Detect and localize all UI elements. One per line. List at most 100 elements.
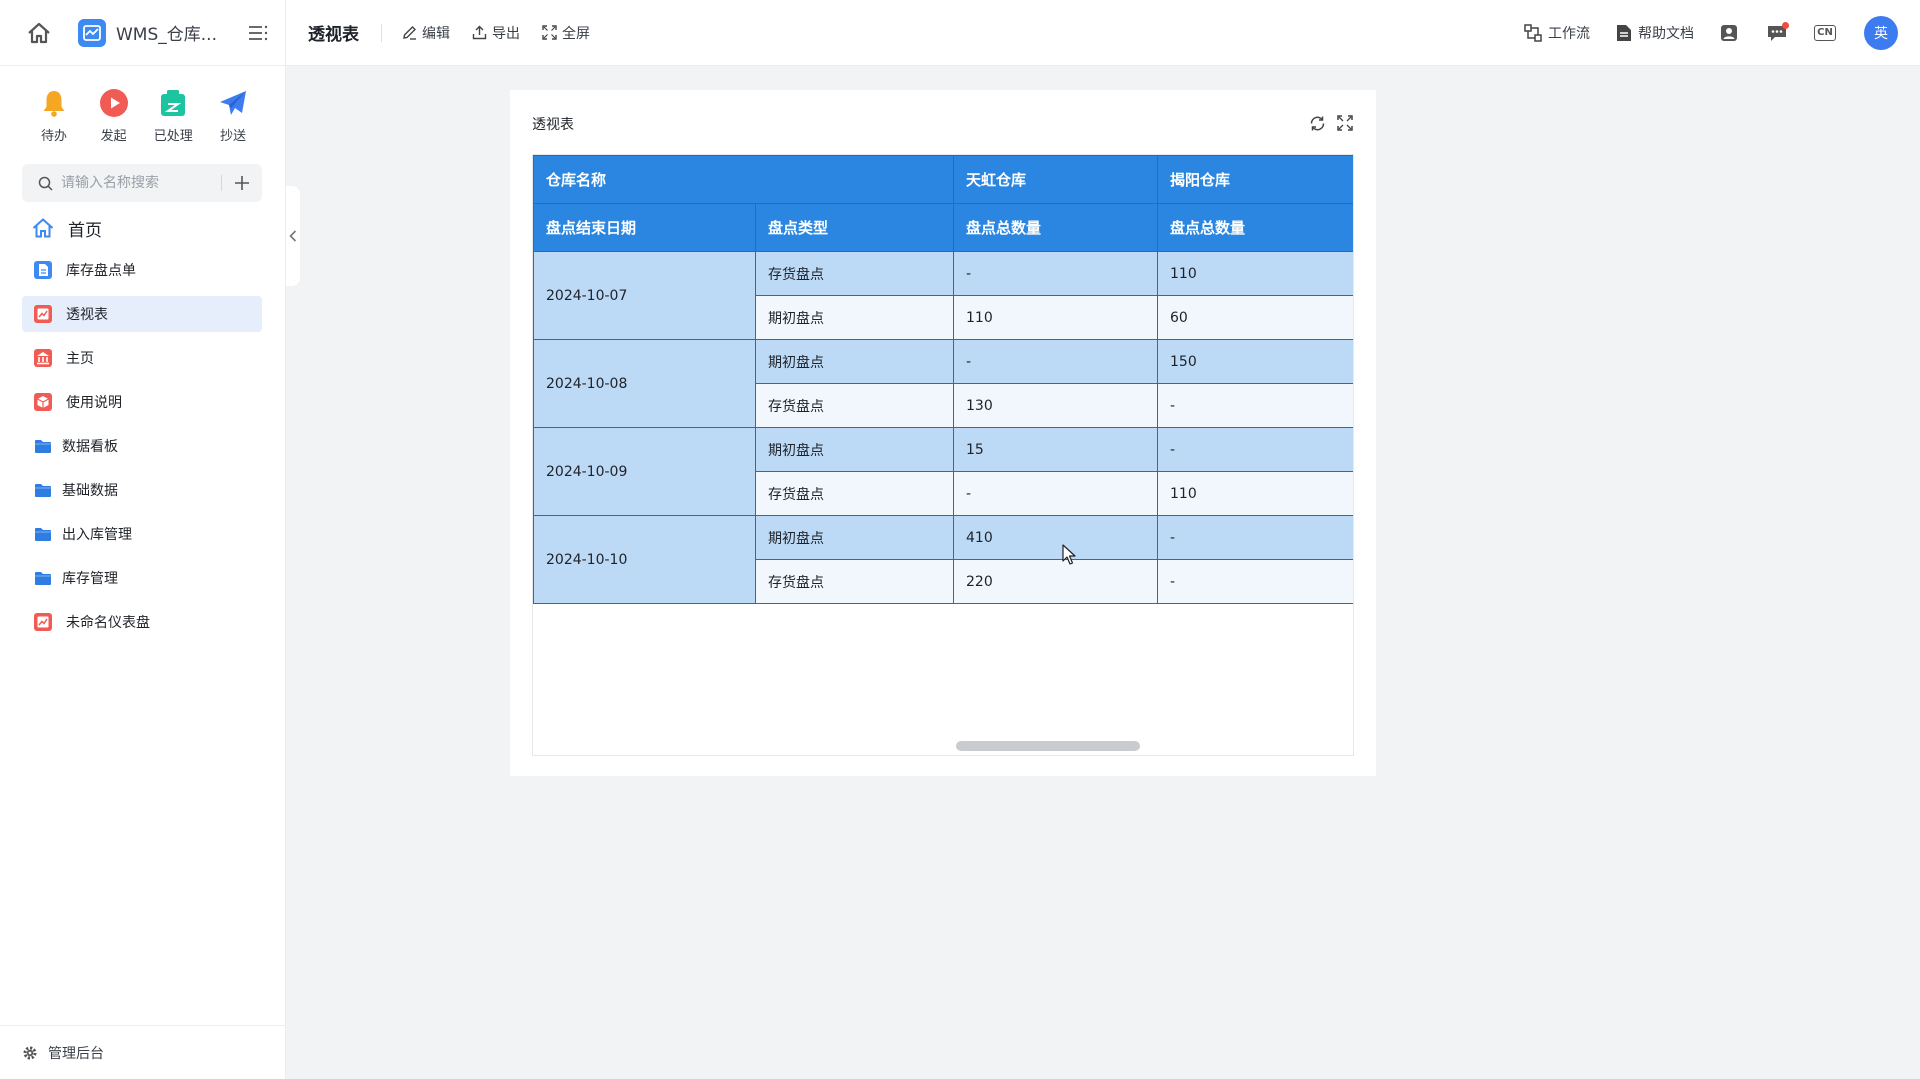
- help-docs-link[interactable]: 帮助文档: [1616, 23, 1694, 43]
- export-label: 导出: [492, 25, 520, 42]
- value-cell: -: [953, 339, 1159, 384]
- table-row: 2024-10-08 期初盘点 - 150: [533, 339, 1353, 428]
- table-row: 2024-10-07 存货盘点 - 110: [533, 251, 1353, 340]
- admin-console-label: 管理后台: [48, 1045, 104, 1062]
- app-name[interactable]: WMS_仓库...: [116, 20, 217, 45]
- value-cell: 220: [953, 559, 1159, 604]
- sidebar: 待办 发起 已处理 抄送 请输入名称搜索 首页 库存盘点单 透视表 主页 使用说…: [0, 66, 286, 1079]
- header-warehouse[interactable]: 揭阳仓库: [1157, 155, 1353, 204]
- quick-action-initiate[interactable]: 发起: [92, 86, 136, 144]
- edit-button[interactable]: 编辑: [402, 23, 450, 43]
- pivot-table-container: 仓库名称 天虹仓库 揭阳仓库 盘点结束日期 盘点类型 盘点总数量 盘点总数量 2…: [532, 154, 1354, 756]
- value-cell: -: [1157, 515, 1353, 560]
- pivot-table: 仓库名称 天虹仓库 揭阳仓库 盘点结束日期 盘点类型 盘点总数量 盘点总数量 2…: [533, 155, 1353, 604]
- sidebar-item-untitled-dashboard[interactable]: 未命名仪表盘: [22, 604, 262, 640]
- sidebar-item-main-page[interactable]: 主页: [22, 340, 262, 376]
- chart-report-icon: [32, 303, 54, 325]
- add-icon[interactable]: [232, 173, 252, 193]
- workflow-link[interactable]: 工作流: [1524, 23, 1590, 43]
- fullscreen-icon: [542, 25, 557, 40]
- fullscreen-label: 全屏: [562, 25, 590, 42]
- home-outline-icon: [32, 217, 54, 239]
- top-bar: WMS_仓库... 透视表 编辑 导出 全屏 工作流 帮助文档 CN 英: [0, 0, 1920, 66]
- type-cell: 存货盘点: [754, 559, 955, 604]
- type-cell: 期初盘点: [754, 339, 955, 384]
- header-date[interactable]: 盘点结束日期: [533, 203, 756, 252]
- quick-action-processed[interactable]: 已处理: [151, 86, 195, 144]
- app-logo-icon: [78, 18, 106, 47]
- sidebar-item-stock-management[interactable]: 库存管理: [22, 560, 262, 596]
- form-icon: [32, 259, 54, 281]
- value-cell: -: [953, 251, 1159, 296]
- app-header: WMS_仓库...: [0, 0, 286, 66]
- sidebar-item-label: 首页: [68, 220, 102, 241]
- quick-actions: 待办 发起 已处理 抄送: [0, 66, 285, 144]
- edit-label: 编辑: [422, 25, 450, 42]
- value-cell: 60: [1157, 295, 1353, 340]
- refresh-icon[interactable]: [1308, 114, 1326, 132]
- value-cell: 130: [953, 383, 1159, 428]
- sidebar-item-pivot-table[interactable]: 透视表: [22, 296, 262, 332]
- sidebar-item-label: 主页: [66, 351, 94, 367]
- header-measure[interactable]: 盘点总数量: [1157, 203, 1353, 252]
- value-cell: -: [1157, 559, 1353, 604]
- header-type[interactable]: 盘点类型: [754, 203, 955, 252]
- sidebar-item-home[interactable]: 首页: [22, 208, 262, 248]
- workflow-icon: [1524, 23, 1542, 42]
- sidebar-item-data-board[interactable]: 数据看板: [22, 428, 262, 464]
- language-label: CN: [1814, 24, 1836, 41]
- quick-action-label: 已处理: [153, 129, 193, 144]
- sidebar-item-label: 使用说明: [66, 395, 122, 411]
- sidebar-item-basic-data[interactable]: 基础数据: [22, 472, 262, 508]
- value-cell: 150: [1157, 339, 1353, 384]
- folder-icon: [32, 435, 54, 457]
- table-row: 2024-10-10 期初盘点 410 -: [533, 515, 1353, 604]
- admin-console-link[interactable]: 管理后台: [0, 1025, 286, 1079]
- date-cell: 2024-10-10: [533, 515, 756, 604]
- folder-icon: [32, 479, 54, 501]
- expand-icon[interactable]: [1336, 114, 1354, 132]
- horizontal-scrollbar[interactable]: [956, 741, 1140, 751]
- messages-icon[interactable]: [1764, 20, 1790, 46]
- sidebar-item-inbound-outbound[interactable]: 出入库管理: [22, 516, 262, 552]
- search-divider: [221, 175, 222, 191]
- header-measure[interactable]: 盘点总数量: [953, 203, 1159, 252]
- chevron-left-icon: [289, 230, 297, 242]
- avatar[interactable]: 英: [1864, 15, 1898, 50]
- pivot-card: 透视表 仓库名称 天虹仓库 揭阳仓库 盘点结束日期 盘点类型 盘点总数量 盘点总: [510, 90, 1376, 776]
- language-switch[interactable]: CN: [1812, 20, 1838, 46]
- quick-action-cc[interactable]: 抄送: [211, 86, 255, 144]
- quick-action-label: 发起: [100, 129, 127, 144]
- menu-toggle-icon[interactable]: [247, 22, 269, 44]
- contacts-icon[interactable]: [1716, 20, 1742, 46]
- bank-icon: [32, 347, 54, 369]
- sidebar-item-label: 基础数据: [62, 483, 118, 499]
- bell-icon: [37, 86, 71, 120]
- value-cell: -: [1157, 427, 1353, 472]
- gear-icon: [23, 1046, 37, 1059]
- header-warehouse-label: 仓库名称: [533, 155, 955, 204]
- notification-dot: [1782, 21, 1789, 29]
- table-row: 2024-10-09 期初盘点 15 -: [533, 427, 1353, 516]
- value-cell: -: [1157, 383, 1353, 428]
- type-cell: 存货盘点: [754, 471, 955, 516]
- sidebar-collapse-toggle[interactable]: [286, 186, 300, 286]
- sidebar-item-label: 未命名仪表盘: [66, 615, 150, 631]
- export-button[interactable]: 导出: [472, 23, 520, 43]
- search-icon: [38, 176, 53, 191]
- header-warehouse[interactable]: 天虹仓库: [953, 155, 1159, 204]
- value-cell: 110: [953, 295, 1159, 340]
- sidebar-search: [22, 164, 262, 202]
- date-cell: 2024-10-08: [533, 339, 756, 428]
- sidebar-item-label: 库存管理: [62, 571, 118, 587]
- quick-action-todo[interactable]: 待办: [32, 86, 76, 144]
- edit-icon: [403, 26, 416, 40]
- home-icon[interactable]: [26, 20, 52, 46]
- sidebar-item-instructions[interactable]: 使用说明: [22, 384, 262, 420]
- card-title: 透视表: [532, 117, 574, 133]
- search-input[interactable]: [61, 175, 211, 191]
- sidebar-item-inventory-count[interactable]: 库存盘点单: [22, 252, 262, 288]
- fullscreen-button[interactable]: 全屏: [542, 23, 590, 43]
- date-cell: 2024-10-09: [533, 427, 756, 516]
- date-cell: 2024-10-07: [533, 251, 756, 340]
